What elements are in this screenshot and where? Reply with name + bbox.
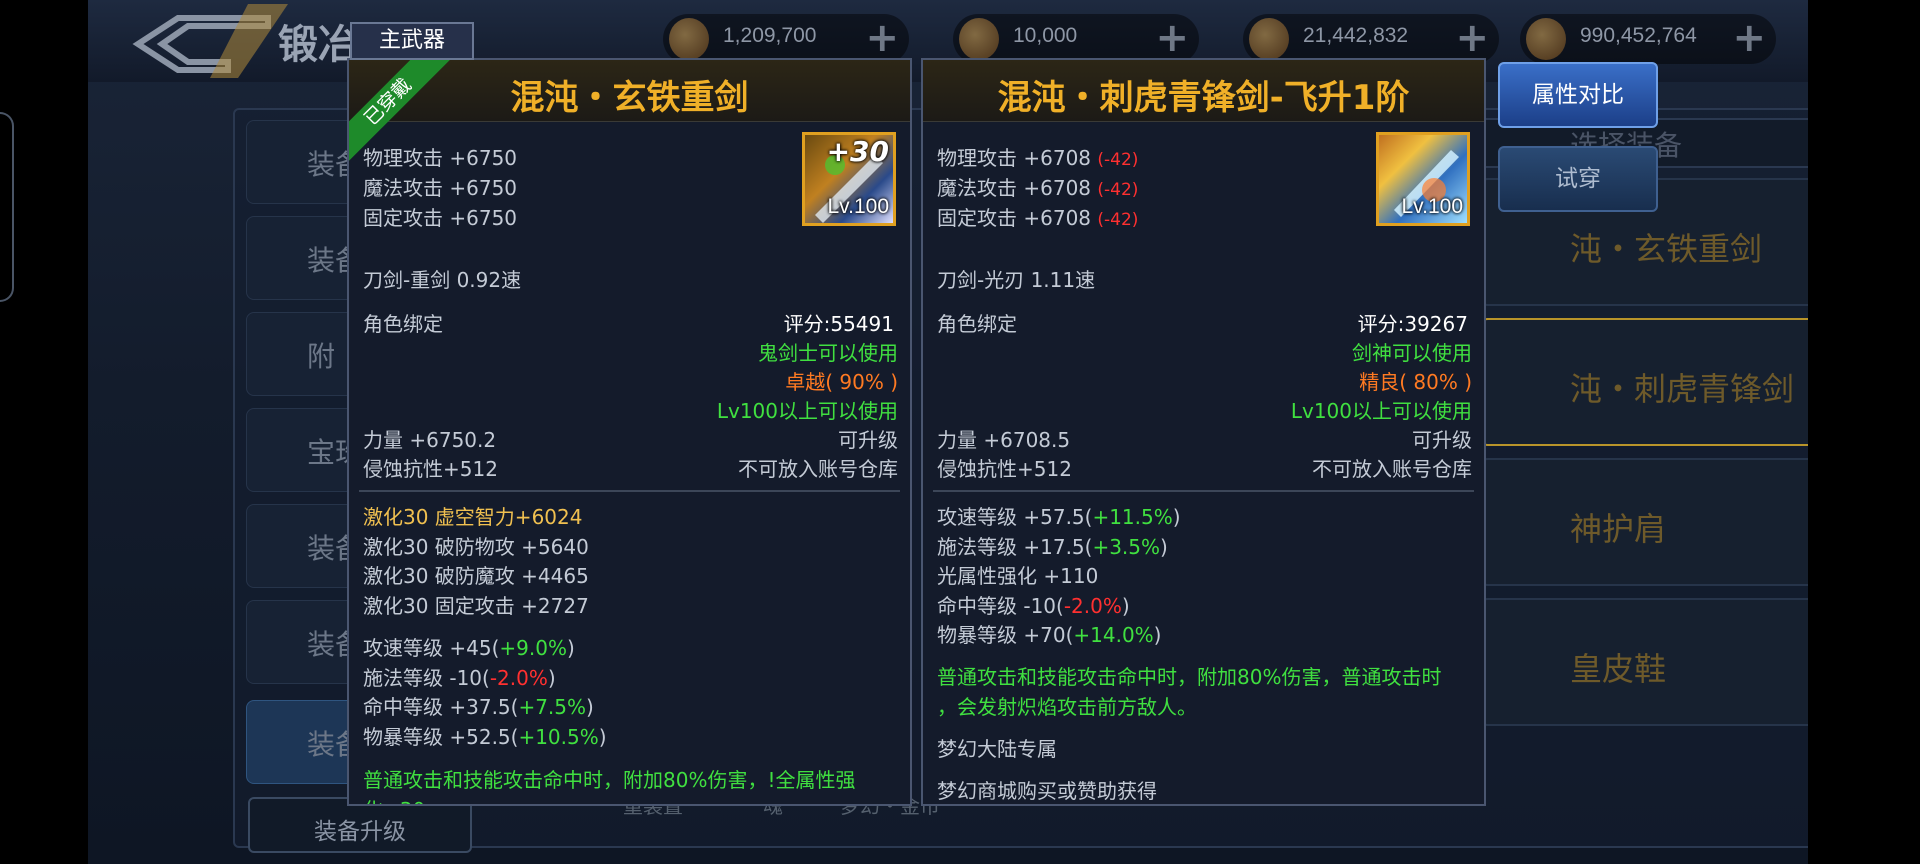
corrosion-resist: 侵蚀抗性+512 — [363, 457, 498, 481]
level-requirement: Lv100以上可以使用 — [1290, 399, 1472, 423]
amplify-stat: 激化30 破防魔攻 +4465 — [363, 564, 589, 588]
bg-equip-item[interactable]: 皇皮鞋 — [1478, 598, 1808, 726]
physical-attack: 物理攻击 +6750 — [363, 146, 518, 170]
item-effect: ，会发射炽焰攻击前方敌人。 — [937, 695, 1197, 719]
bg-equip-item[interactable]: 神护肩 — [1478, 458, 1808, 586]
item-score: 评分:55491 — [783, 312, 894, 336]
storage-note: 不可放入账号仓库 — [1312, 457, 1472, 481]
item-level: Lv.100 — [827, 195, 890, 218]
corrosion-resist: 侵蚀抗性+512 — [937, 457, 1072, 481]
class-requirement: 鬼剑士可以使用 — [758, 341, 898, 365]
stat-crit: 物暴等级 +52.5(+10.5%) — [363, 725, 607, 749]
item-effect: 普通攻击和技能攻击命中时，附加80%伤害，!全属性强 — [363, 768, 856, 792]
divider — [933, 490, 1474, 492]
currency-gold: 21,442,832 + — [1243, 14, 1499, 64]
bind-type: 角色绑定 — [363, 312, 443, 336]
back-arrow-icon — [132, 4, 288, 78]
magic-attack: 魔法攻击 +6750 — [363, 176, 518, 200]
sword-icon: Lv.100 — [1376, 132, 1470, 226]
enhance-level: +30 — [826, 135, 889, 168]
add-currency-button[interactable]: + — [1732, 16, 1766, 60]
upgradable-label: 可升级 — [1412, 428, 1472, 452]
add-currency-button[interactable]: + — [865, 16, 899, 60]
item-effect-cut: 化+30 — [363, 794, 425, 804]
device-side-notch — [0, 112, 14, 302]
stat-crit: 物暴等级 +70(+14.0%) — [937, 623, 1162, 647]
amplify-stat: 激化30 破防物攻 +5640 — [363, 535, 589, 559]
magic-attack: 魔法攻击 +6708 (-42) — [937, 176, 1139, 200]
bind-type: 角色绑定 — [937, 312, 1017, 336]
bronze-coin-icon — [1526, 18, 1566, 60]
stat-attack-speed: 攻速等级 +57.5(+11.5%) — [937, 505, 1181, 529]
compare-item-tooltip: 混沌・刺虎青锋剑-飞升1阶 Lv.100 物理攻击 +6708 (-42) 魔法… — [921, 58, 1486, 806]
currency-bronze: 990,452,764 + — [1520, 14, 1776, 64]
item-name: 混沌・刺虎青锋剑-飞升1阶 — [997, 78, 1410, 118]
amplify-stat: 激化30 虚空智力+6024 — [363, 505, 583, 529]
add-currency-button[interactable]: + — [1455, 16, 1489, 60]
currency-scroll: 1,209,700 + — [663, 14, 909, 64]
weapon-type: 刀剑-重剑 0.92速 — [363, 268, 522, 292]
item-grade: 卓越( 90% ) — [785, 370, 898, 394]
divider — [359, 490, 900, 492]
strength-stat: 力量 +6750.2 — [363, 428, 497, 452]
fixed-attack: 固定攻击 +6750 — [363, 206, 518, 230]
stat-light-element: 光属性强化 +110 — [937, 564, 1099, 588]
storage-note: 不可放入账号仓库 — [738, 457, 898, 481]
item-grade: 精良( 80% ) — [1359, 370, 1472, 394]
fixed-attack: 固定攻击 +6708 (-42) — [937, 206, 1139, 230]
item-name: 混沌・玄铁重剑 — [510, 78, 749, 118]
item-level: Lv.100 — [1401, 195, 1464, 218]
compare-attributes-button[interactable]: 属性对比 — [1498, 62, 1658, 128]
strength-stat: 力量 +6708.5 — [937, 428, 1071, 452]
amplify-stat: 激化30 固定攻击 +2727 — [363, 594, 589, 618]
item-header: 混沌・刺虎青锋剑-飞升1阶 — [923, 60, 1484, 122]
stat-hit: 命中等级 -10(-2.0%) — [937, 594, 1130, 618]
upgradable-label: 可升级 — [838, 428, 898, 452]
currency-ticket: 10,000 + — [953, 14, 1199, 64]
stat-hit: 命中等级 +37.5(+7.5%) — [363, 695, 594, 719]
source-note: 梦幻商城购买或赞助获得 — [937, 779, 1157, 803]
item-effect: 普通攻击和技能攻击命中时，附加80%伤害，普通攻击时 — [937, 665, 1442, 689]
currency-value: 21,442,832 — [1303, 24, 1409, 47]
equipped-item-tooltip: 混沌・玄铁重剑 已穿戴 +30 Lv.100 物理攻击 +6750 魔法攻击 +… — [347, 58, 912, 806]
back-button[interactable] — [118, 4, 288, 78]
exclusive-note: 梦幻大陆专属 — [937, 737, 1057, 761]
gold-coin-icon — [1249, 18, 1289, 60]
class-requirement: 剑神可以使用 — [1352, 341, 1472, 365]
try-on-button[interactable]: 试穿 — [1498, 146, 1658, 212]
stat-cast-speed: 施法等级 -10(-2.0%) — [363, 666, 556, 690]
stat-attack-speed: 攻速等级 +45(+9.0%) — [363, 636, 575, 660]
stat-cast-speed: 施法等级 +17.5(+3.5%) — [937, 535, 1168, 559]
page-title: 锻冶 — [278, 22, 358, 68]
bg-equip-item-selected[interactable]: 沌・刺虎青锋剑 — [1478, 318, 1808, 446]
item-score: 评分:39267 — [1357, 312, 1468, 336]
scroll-icon — [669, 18, 709, 60]
ticket-icon — [959, 18, 999, 60]
physical-attack: 物理攻击 +6708 (-42) — [937, 146, 1139, 170]
sword-icon: +30 Lv.100 — [802, 132, 896, 226]
add-currency-button[interactable]: + — [1155, 16, 1189, 60]
currency-value: 1,209,700 — [723, 24, 817, 47]
currency-value: 10,000 — [1013, 24, 1078, 47]
currency-value: 990,452,764 — [1580, 24, 1697, 47]
level-requirement: Lv100以上可以使用 — [716, 399, 898, 423]
main-weapon-tag: 主武器 — [350, 22, 474, 60]
weapon-type: 刀剑-光刃 1.11速 — [937, 268, 1096, 292]
